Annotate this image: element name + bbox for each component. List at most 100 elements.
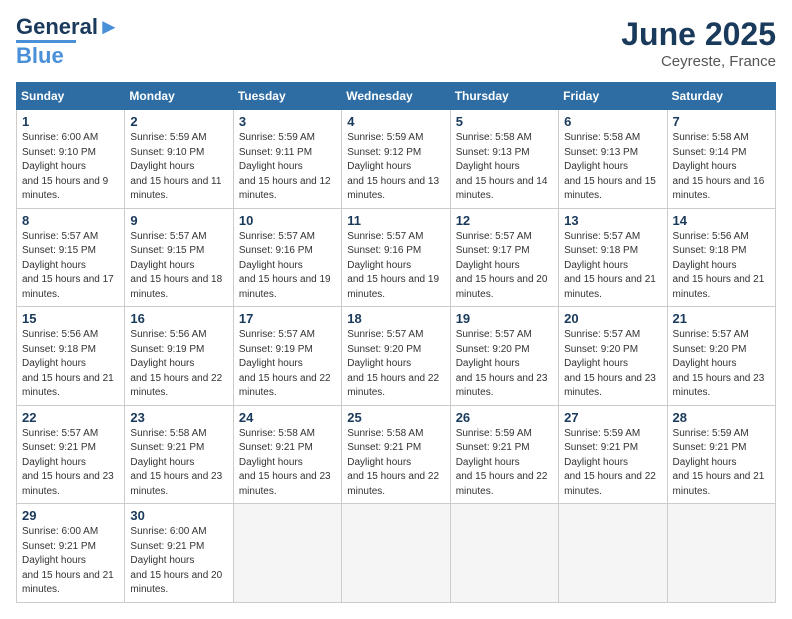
day-number: 20 [564,311,661,326]
header-row: Sunday Monday Tuesday Wednesday Thursday… [17,83,776,110]
logo-text: General► [16,16,120,38]
day-info: Sunrise: 5:57 AM Sunset: 9:16 PM Dayligh… [239,230,336,303]
table-row: 2 Sunrise: 5:59 AM Sunset: 9:10 PM Dayli… [125,110,233,209]
day-info: Sunrise: 5:58 AM Sunset: 9:21 PM Dayligh… [130,427,227,500]
table-row: 27 Sunrise: 5:59 AM Sunset: 9:21 PM Dayl… [559,405,667,504]
day-info: Sunrise: 5:57 AM Sunset: 9:15 PM Dayligh… [22,230,119,303]
day-number: 12 [456,213,553,228]
calendar-week-4: 22 Sunrise: 5:57 AM Sunset: 9:21 PM Dayl… [17,405,776,504]
day-info: Sunrise: 5:59 AM Sunset: 9:21 PM Dayligh… [564,427,661,500]
table-row: 28 Sunrise: 5:59 AM Sunset: 9:21 PM Dayl… [667,405,775,504]
day-number: 30 [130,508,227,523]
table-row: 21 Sunrise: 5:57 AM Sunset: 9:20 PM Dayl… [667,307,775,406]
day-number: 24 [239,410,336,425]
day-info: Sunrise: 5:58 AM Sunset: 9:13 PM Dayligh… [456,131,553,204]
table-row [342,504,450,603]
table-row [667,504,775,603]
table-row: 23 Sunrise: 5:58 AM Sunset: 9:21 PM Dayl… [125,405,233,504]
table-row: 6 Sunrise: 5:58 AM Sunset: 9:13 PM Dayli… [559,110,667,209]
day-number: 1 [22,114,119,129]
day-number: 5 [456,114,553,129]
col-friday: Friday [559,83,667,110]
day-number: 7 [673,114,770,129]
day-info: Sunrise: 5:59 AM Sunset: 9:10 PM Dayligh… [130,131,227,204]
table-row: 7 Sunrise: 5:58 AM Sunset: 9:14 PM Dayli… [667,110,775,209]
day-number: 25 [347,410,444,425]
table-row: 15 Sunrise: 5:56 AM Sunset: 9:18 PM Dayl… [17,307,125,406]
day-number: 14 [673,213,770,228]
day-number: 21 [673,311,770,326]
day-number: 4 [347,114,444,129]
day-number: 28 [673,410,770,425]
calendar-week-2: 8 Sunrise: 5:57 AM Sunset: 9:15 PM Dayli… [17,208,776,307]
table-row: 5 Sunrise: 5:58 AM Sunset: 9:13 PM Dayli… [450,110,558,209]
day-number: 18 [347,311,444,326]
day-number: 15 [22,311,119,326]
day-number: 16 [130,311,227,326]
title-block: June 2025 Ceyreste, France [621,16,776,70]
table-row: 8 Sunrise: 5:57 AM Sunset: 9:15 PM Dayli… [17,208,125,307]
col-wednesday: Wednesday [342,83,450,110]
day-number: 19 [456,311,553,326]
table-row: 13 Sunrise: 5:57 AM Sunset: 9:18 PM Dayl… [559,208,667,307]
col-thursday: Thursday [450,83,558,110]
table-row [450,504,558,603]
table-row: 30 Sunrise: 6:00 AM Sunset: 9:21 PM Dayl… [125,504,233,603]
day-info: Sunrise: 5:57 AM Sunset: 9:21 PM Dayligh… [22,427,119,500]
calendar-week-5: 29 Sunrise: 6:00 AM Sunset: 9:21 PM Dayl… [17,504,776,603]
day-number: 27 [564,410,661,425]
calendar-week-1: 1 Sunrise: 6:00 AM Sunset: 9:10 PM Dayli… [17,110,776,209]
table-row: 9 Sunrise: 5:57 AM Sunset: 9:15 PM Dayli… [125,208,233,307]
day-info: Sunrise: 5:58 AM Sunset: 9:13 PM Dayligh… [564,131,661,204]
table-row: 18 Sunrise: 5:57 AM Sunset: 9:20 PM Dayl… [342,307,450,406]
day-number: 23 [130,410,227,425]
month-title: June 2025 [621,16,776,53]
day-info: Sunrise: 5:57 AM Sunset: 9:20 PM Dayligh… [456,328,553,401]
day-number: 3 [239,114,336,129]
col-tuesday: Tuesday [233,83,341,110]
day-info: Sunrise: 5:59 AM Sunset: 9:21 PM Dayligh… [456,427,553,500]
col-saturday: Saturday [667,83,775,110]
day-info: Sunrise: 6:00 AM Sunset: 9:10 PM Dayligh… [22,131,119,204]
table-row: 17 Sunrise: 5:57 AM Sunset: 9:19 PM Dayl… [233,307,341,406]
day-info: Sunrise: 5:57 AM Sunset: 9:16 PM Dayligh… [347,230,444,303]
calendar-week-3: 15 Sunrise: 5:56 AM Sunset: 9:18 PM Dayl… [17,307,776,406]
day-info: Sunrise: 5:56 AM Sunset: 9:19 PM Dayligh… [130,328,227,401]
day-info: Sunrise: 5:58 AM Sunset: 9:21 PM Dayligh… [347,427,444,500]
day-info: Sunrise: 5:59 AM Sunset: 9:11 PM Dayligh… [239,131,336,204]
day-info: Sunrise: 5:59 AM Sunset: 9:12 PM Dayligh… [347,131,444,204]
day-info: Sunrise: 6:00 AM Sunset: 9:21 PM Dayligh… [130,525,227,598]
day-number: 17 [239,311,336,326]
col-sunday: Sunday [17,83,125,110]
day-number: 6 [564,114,661,129]
day-info: Sunrise: 5:57 AM Sunset: 9:20 PM Dayligh… [347,328,444,401]
day-number: 13 [564,213,661,228]
table-row: 11 Sunrise: 5:57 AM Sunset: 9:16 PM Dayl… [342,208,450,307]
day-number: 9 [130,213,227,228]
page-header: General► Blue June 2025 Ceyreste, France [16,16,776,70]
table-row: 24 Sunrise: 5:58 AM Sunset: 9:21 PM Dayl… [233,405,341,504]
logo: General► Blue [16,16,120,69]
table-row: 4 Sunrise: 5:59 AM Sunset: 9:12 PM Dayli… [342,110,450,209]
table-row: 16 Sunrise: 5:56 AM Sunset: 9:19 PM Dayl… [125,307,233,406]
location: Ceyreste, France [621,53,776,70]
day-info: Sunrise: 5:57 AM Sunset: 9:19 PM Dayligh… [239,328,336,401]
day-number: 2 [130,114,227,129]
table-row: 12 Sunrise: 5:57 AM Sunset: 9:17 PM Dayl… [450,208,558,307]
table-row: 25 Sunrise: 5:58 AM Sunset: 9:21 PM Dayl… [342,405,450,504]
table-row: 14 Sunrise: 5:56 AM Sunset: 9:18 PM Dayl… [667,208,775,307]
day-number: 26 [456,410,553,425]
day-number: 8 [22,213,119,228]
col-monday: Monday [125,83,233,110]
day-info: Sunrise: 5:58 AM Sunset: 9:14 PM Dayligh… [673,131,770,204]
day-info: Sunrise: 5:57 AM Sunset: 9:20 PM Dayligh… [564,328,661,401]
table-row [233,504,341,603]
calendar-table: Sunday Monday Tuesday Wednesday Thursday… [16,82,776,603]
day-info: Sunrise: 5:57 AM Sunset: 9:15 PM Dayligh… [130,230,227,303]
day-info: Sunrise: 5:56 AM Sunset: 9:18 PM Dayligh… [22,328,119,401]
day-info: Sunrise: 5:59 AM Sunset: 9:21 PM Dayligh… [673,427,770,500]
logo-blue: Blue [16,43,64,69]
day-info: Sunrise: 5:56 AM Sunset: 9:18 PM Dayligh… [673,230,770,303]
table-row: 29 Sunrise: 6:00 AM Sunset: 9:21 PM Dayl… [17,504,125,603]
day-info: Sunrise: 6:00 AM Sunset: 9:21 PM Dayligh… [22,525,119,598]
